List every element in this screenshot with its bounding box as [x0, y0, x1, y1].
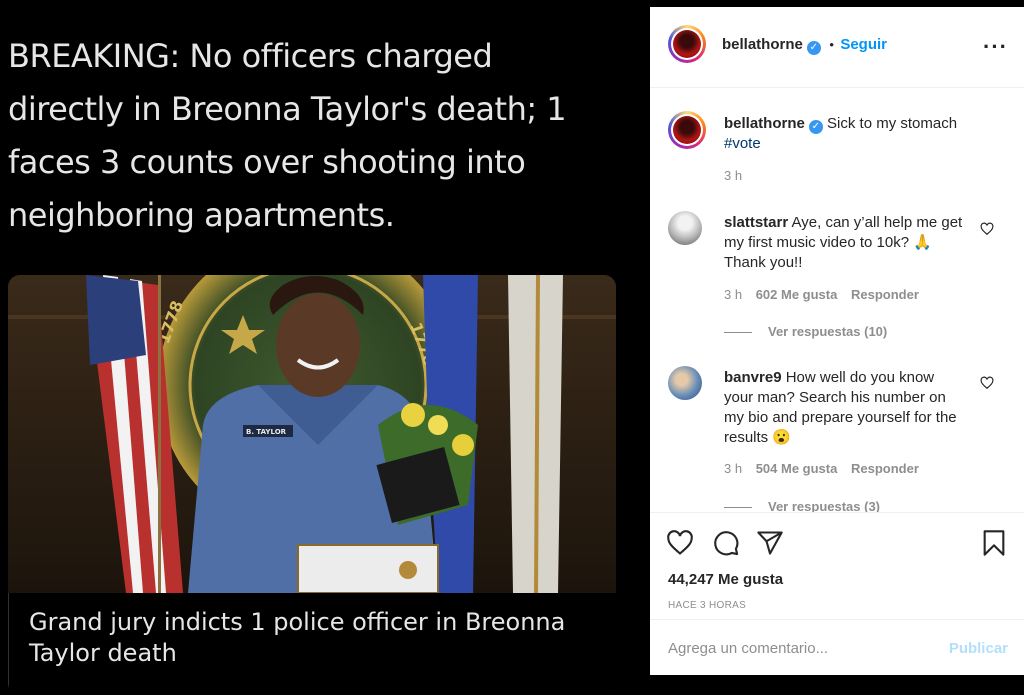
share-icon[interactable]	[756, 529, 784, 557]
avatar[interactable]	[668, 25, 706, 63]
post-time: HACE 3 HORAS	[668, 600, 747, 611]
add-comment-bar: Publicar	[650, 619, 1024, 676]
reply-button[interactable]: Responder	[851, 461, 919, 476]
comment-meta: 3 h 504 Me gusta Responder	[724, 461, 919, 476]
reply-button[interactable]: Responder	[851, 287, 919, 302]
comment-meta: 3 h 602 Me gusta Responder	[724, 287, 919, 302]
verified-badge-icon: ✓	[806, 41, 821, 55]
comment-item: slattstarr Aye, can y’all help me get my…	[724, 213, 964, 273]
comment-icon[interactable]	[712, 529, 740, 557]
comment-username[interactable]: slattstarr	[724, 214, 788, 231]
post-actions: 44,247 Me gusta HACE 3 HORAS	[650, 512, 1024, 621]
post-header-info: bellathorne ✓ • Seguir	[722, 36, 887, 55]
caption-text: Sick to my stomach	[827, 115, 958, 132]
comment-avatar[interactable]	[668, 211, 702, 245]
caption-avatar[interactable]	[668, 111, 706, 149]
comment-time: 3 h	[724, 287, 743, 302]
view-replies-label: Ver respuestas (10)	[768, 324, 888, 339]
publish-button[interactable]: Publicar	[949, 640, 1008, 657]
news-caption: Grand jury indicts 1 police officer in B…	[29, 608, 566, 667]
view-replies-button[interactable]: Ver respuestas (3)	[724, 499, 880, 513]
post-header: bellathorne ✓ • Seguir ···	[650, 7, 1024, 88]
heart-icon[interactable]	[666, 529, 694, 557]
news-caption-bar: Grand jury indicts 1 police officer in B…	[8, 593, 616, 695]
hashtag-link[interactable]: #vote	[724, 135, 761, 152]
verified-badge-icon: ✓	[808, 120, 823, 134]
comment-avatar[interactable]	[668, 366, 702, 400]
separator-dot: •	[829, 37, 834, 52]
bookmark-icon[interactable]	[980, 529, 1008, 557]
tweet-panel: BREAKING: No officers charged directly i…	[0, 0, 650, 695]
comment-input[interactable]	[668, 640, 928, 657]
comment-likes[interactable]: 602 Me gusta	[756, 287, 838, 302]
post-username[interactable]: bellathorne	[722, 36, 803, 53]
news-card[interactable]: 1778 1778 B. TAYLOR Grand jury indicts 1…	[8, 275, 616, 695]
comment-time: 3 h	[724, 461, 743, 476]
likes-count[interactable]: 44,247 Me gusta	[668, 571, 783, 588]
like-comment-heart-icon[interactable]	[980, 376, 994, 390]
instagram-post-panel: bellathorne ✓ • Seguir ··· bellathorne ✓ S…	[650, 7, 1024, 675]
caption-time: 3 h	[724, 168, 743, 183]
comment-item: banvre9 How well do you know your man? S…	[724, 368, 964, 448]
follow-button[interactable]: Seguir	[840, 36, 887, 53]
comment-username[interactable]: banvre9	[724, 369, 782, 386]
name-badge: B. TAYLOR	[246, 428, 287, 436]
more-options-icon[interactable]: ···	[983, 34, 1008, 60]
like-comment-heart-icon[interactable]	[980, 222, 994, 236]
comment-likes[interactable]: 504 Me gusta	[756, 461, 838, 476]
tweet-headline: BREAKING: No officers charged directly i…	[8, 37, 567, 234]
view-replies-label: Ver respuestas (3)	[768, 499, 881, 513]
news-photo-illustration: 1778 1778 B. TAYLOR	[8, 275, 616, 593]
news-photo: 1778 1778 B. TAYLOR	[8, 275, 616, 593]
comments-list[interactable]: bellathorne ✓ Sick to my stomach #vote 3 …	[650, 88, 1024, 513]
caption-username[interactable]: bellathorne	[724, 115, 805, 132]
view-replies-button[interactable]: Ver respuestas (10)	[724, 324, 887, 339]
post-caption: bellathorne ✓ Sick to my stomach #vote	[724, 114, 994, 154]
